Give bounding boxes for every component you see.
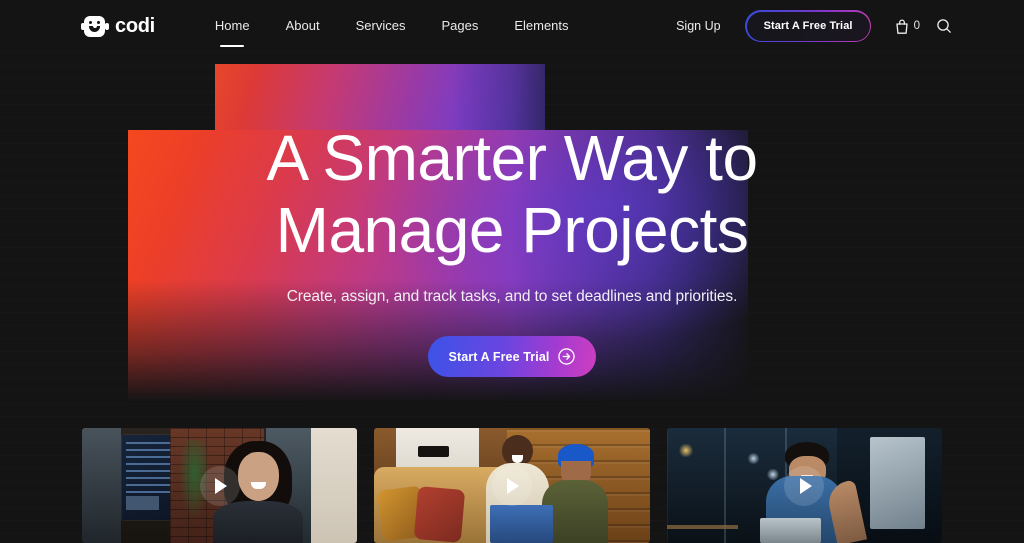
video-card-row: Woman smiling at office desk with monito… xyxy=(0,428,1024,543)
sign-up-link[interactable]: Sign Up xyxy=(676,19,720,33)
video-card-3[interactable]: Man working on laptop in dark office xyxy=(666,428,942,543)
site-header: codi Home About Services Pages Elements … xyxy=(0,0,1024,52)
cart-button[interactable]: 0 xyxy=(894,18,920,35)
page-title: A Smarter Way to Manage Projects xyxy=(0,122,1024,266)
hero-title-line-1: A Smarter Way to xyxy=(266,122,758,194)
nav-item-services[interactable]: Services xyxy=(338,14,424,38)
hero-subtitle: Create, assign, and track tasks, and to … xyxy=(286,288,738,305)
hero-cta-label: Start A Free Trial xyxy=(448,349,550,364)
nav-item-about[interactable]: About xyxy=(268,14,338,38)
hero-section: A Smarter Way to Manage Projects Create,… xyxy=(0,0,1024,377)
hero-title-line-2: Manage Projects xyxy=(275,194,749,266)
hero-gradient-top-block xyxy=(215,64,545,132)
header-actions: Sign Up Start A Free Trial 0 xyxy=(676,10,952,42)
robot-smiley-icon xyxy=(80,15,109,38)
play-icon[interactable] xyxy=(491,465,532,506)
brand-logo[interactable]: codi xyxy=(80,14,155,38)
play-icon[interactable] xyxy=(199,465,240,506)
hero-free-trial-button[interactable]: Start A Free Trial xyxy=(427,336,597,377)
nav-item-pages[interactable]: Pages xyxy=(423,14,496,38)
nav-item-elements[interactable]: Elements xyxy=(496,14,586,38)
page-root: codi Home About Services Pages Elements … xyxy=(0,0,1024,543)
brand-name: codi xyxy=(115,14,155,37)
main-navigation: Home About Services Pages Elements xyxy=(197,14,587,38)
video-card-2[interactable]: Two people on couch using a laptop xyxy=(374,428,650,543)
cart-count: 0 xyxy=(913,20,920,32)
shopping-bag-icon xyxy=(894,18,910,35)
play-icon[interactable] xyxy=(784,465,825,506)
header-free-trial-button[interactable]: Start A Free Trial xyxy=(745,10,872,42)
arrow-right-circle-icon xyxy=(558,348,576,365)
search-icon[interactable] xyxy=(936,18,952,34)
hero-cta-wrapper: Start A Free Trial xyxy=(0,336,1024,377)
video-card-1[interactable]: Woman smiling at office desk with monito… xyxy=(82,428,358,543)
nav-item-home[interactable]: Home xyxy=(197,14,268,38)
